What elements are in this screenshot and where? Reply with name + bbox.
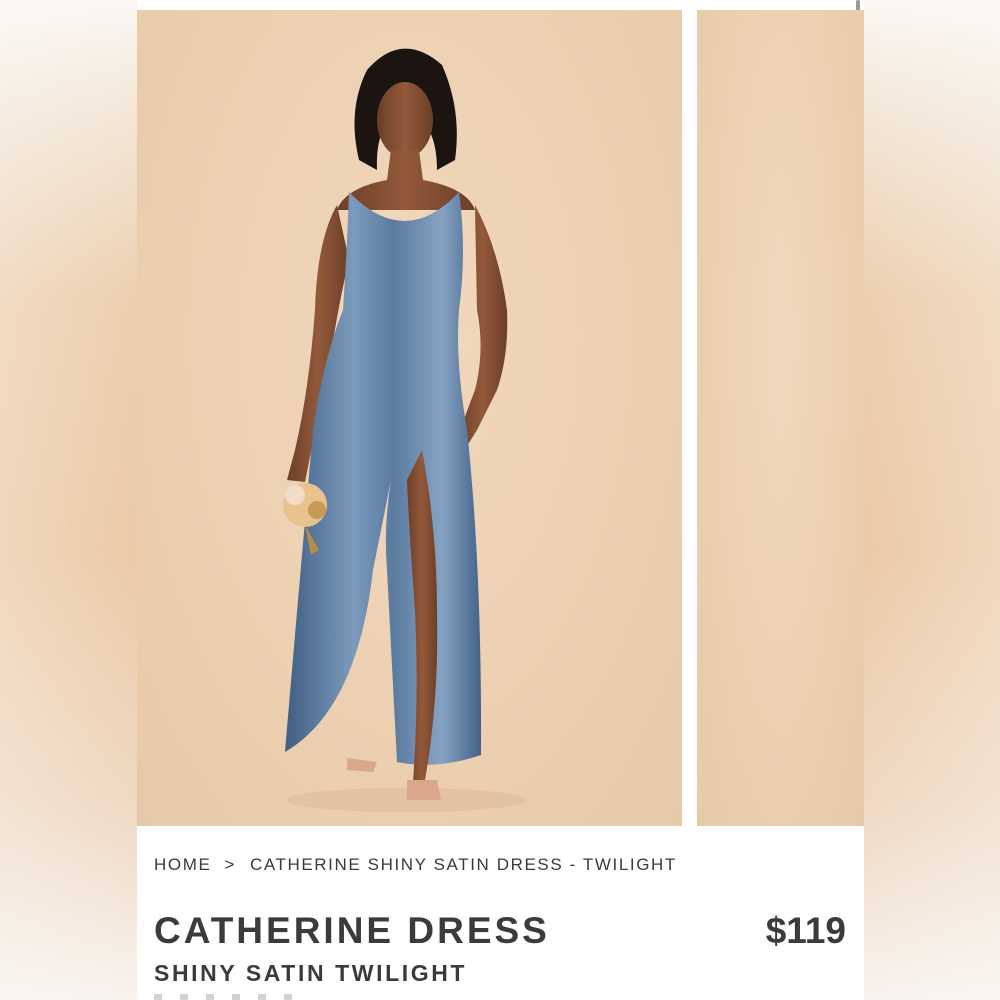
model-photo — [283, 48, 527, 812]
breadcrumb-current: CATHERINE SHINY SATIN DRESS - TWILIGHT — [249, 855, 677, 874]
product-page: HOME > CATHERINE SHINY SATIN DRESS - TWILI… — [137, 0, 864, 1000]
background-edge-right — [864, 0, 1000, 1000]
image-carousel[interactable] — [137, 10, 864, 826]
product-subtitle: SHINY SATIN TWILIGHT — [154, 960, 468, 986]
breadcrumb: HOME > CATHERINE SHINY SATIN DRESS - TWILI… — [154, 855, 677, 875]
rating-stars[interactable] — [154, 994, 294, 1000]
breadcrumb-separator: > — [224, 855, 236, 874]
product-price: $119 — [765, 910, 846, 951]
background-edge-left — [0, 0, 137, 1000]
product-title: CATHERINE DRESS — [154, 910, 550, 951]
product-image-next[interactable] — [697, 10, 864, 826]
product-image-main[interactable] — [137, 10, 682, 826]
breadcrumb-home-link[interactable]: HOME — [154, 855, 211, 874]
